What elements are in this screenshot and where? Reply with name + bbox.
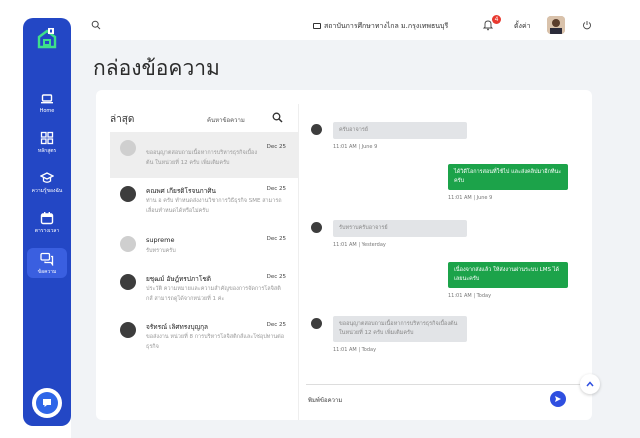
- sidebar-item-schedule[interactable]: ตารางเวลา: [23, 211, 71, 235]
- message-composer[interactable]: พิมพ์ข้อความ: [306, 384, 584, 412]
- avatar: [120, 186, 136, 202]
- chat-bubble-icon: [36, 392, 58, 414]
- conversation-item[interactable]: คณพศ เกียรติโรจนกาศิน Dec 25 ท่าน อ ครับ…: [110, 178, 298, 224]
- conversation-name: จรัทรณ์ เลิศทรงบุญกุล: [146, 323, 209, 331]
- conversation-name: supreme: [146, 236, 175, 244]
- message-bubble: ได้วิดีโอการสอนที่ใช้ไป และส่งคลิปมาอีกท…: [448, 164, 568, 190]
- conversation-item[interactable]: ยชุฒม์ อัษฎ์ทรปภาโชติ Dec 25 ประวัติ ควา…: [110, 266, 298, 312]
- settings-link[interactable]: ตั้งค่า: [514, 21, 531, 32]
- sidebar-item-label: ตารางเวลา: [34, 228, 60, 234]
- avatar: [120, 236, 136, 252]
- building-icon: [313, 23, 321, 29]
- conversation-preview: รับทราบครับ: [146, 248, 176, 254]
- sidebar-item-home[interactable]: Home: [23, 92, 71, 114]
- list-title: ล่าสุด: [110, 114, 135, 125]
- message-bubble: ครับอาจารย์: [333, 122, 467, 139]
- logo-icon[interactable]: [35, 26, 59, 50]
- chevron-up-icon: [586, 381, 594, 387]
- sidebar-item-messages[interactable]: ข้อความ: [27, 248, 67, 278]
- sidebar-item-label: ข้อความ: [37, 269, 57, 275]
- conversation-date: Dec 25: [266, 186, 286, 192]
- notification-badge: 4: [492, 15, 501, 24]
- send-button[interactable]: [550, 391, 566, 407]
- message-input[interactable]: พิมพ์ข้อความ: [308, 395, 342, 405]
- conversation-preview: ขอส่งงาน หน่วยที่ 8 การบริหารโลจิสติกส์แ…: [146, 334, 285, 350]
- avatar: [311, 318, 322, 329]
- message-incoming: รับทราบครับอาจารย์ 11:01 AM | Yesterday: [311, 220, 467, 248]
- grid-icon: [40, 131, 54, 145]
- panel-divider: [298, 104, 299, 420]
- laptop-icon: [41, 94, 53, 104]
- message-time: 11:01 AM | Today: [448, 293, 492, 299]
- organization-name: สถาบันการศึกษาทางไกล ม.กรุงเทพธนบุรี: [324, 22, 449, 30]
- logout-icon[interactable]: [582, 20, 592, 30]
- chat-icon: [40, 252, 54, 266]
- sidebar-item-label: ความรู้ของฉัน: [31, 188, 63, 194]
- message-outgoing: เนื่องจากส่งแล้ว ให้ส่งงานผ่านระบบ LMS ไ…: [448, 262, 568, 299]
- message-time: 11:01 AM | June 9: [448, 195, 493, 201]
- scroll-to-top-button[interactable]: [580, 374, 600, 394]
- message-thread: ครับอาจารย์ 11:01 AM | June 9 ได้วิดีโอก…: [300, 104, 590, 384]
- message-time: 11:01 AM | Yesterday: [333, 242, 386, 248]
- search-icon[interactable]: [91, 20, 101, 30]
- search-messages-label[interactable]: ค้นหาข้อความ: [207, 115, 245, 125]
- sidebar-item-label: Home: [39, 108, 55, 114]
- calendar-icon: [40, 212, 54, 225]
- page-title: กล่องข้อความ: [93, 56, 220, 80]
- chatbot-button[interactable]: [32, 388, 62, 418]
- conversation-date: Dec 25: [266, 322, 286, 328]
- message-incoming: ขออนุญาตสอบถามเนื้อหาการบริหารธุรกิจเบื้…: [311, 316, 467, 353]
- avatar: [311, 124, 322, 135]
- message-incoming: ครับอาจารย์ 11:01 AM | June 9: [311, 122, 467, 150]
- conversation-date: Dec 25: [266, 236, 286, 242]
- message-bubble: รับทราบครับอาจารย์: [333, 220, 467, 237]
- sidebar-item-courses[interactable]: หลักสูตร: [23, 131, 71, 155]
- message-outgoing: ได้วิดีโอการสอนที่ใช้ไป และส่งคลิปมาอีกท…: [448, 164, 568, 201]
- organization-label: สถาบันการศึกษาทางไกล ม.กรุงเทพธนบุรี: [313, 21, 448, 32]
- conversation-preview: ท่าน อ ครับ ทำหนดส่งงานวิชาการวิธีธุรกิจ…: [146, 198, 282, 214]
- avatar: [120, 274, 136, 290]
- sidebar-item-label: หลักสูตร: [37, 148, 57, 154]
- list-header: ล่าสุด ค้นหาข้อความ: [110, 104, 298, 132]
- graduation-cap-icon: [40, 172, 54, 183]
- avatar: [120, 322, 136, 338]
- message-time: 11:01 AM | June 9: [333, 144, 378, 150]
- conversation-date: Dec 25: [266, 274, 286, 280]
- sidebar: Home หลักสูตร ความรู้ของฉัน ตารางเวลา ข้…: [23, 18, 71, 426]
- top-bar: สถาบันการศึกษาทางไกล ม.กรุงเทพธนบุรี 4 ต…: [71, 12, 640, 42]
- send-icon: [555, 396, 561, 402]
- search-icon[interactable]: [272, 112, 283, 123]
- conversation-name: คณพศ เกียรติโรจนกาศิน: [146, 187, 216, 195]
- user-avatar[interactable]: [547, 16, 565, 34]
- message-bubble: เนื่องจากส่งแล้ว ให้ส่งงานผ่านระบบ LMS ไ…: [448, 262, 568, 288]
- conversation-preview: ประวัติ ความหมายและความสำคัญของการจัดการ…: [146, 286, 281, 302]
- conversation-name: ยชุฒม์ อัษฎ์ทรปภาโชติ: [146, 275, 211, 283]
- conversation-item[interactable]: Dec 25 ขออนุญาตสอบถามเนื้อหาการบริหารธุร…: [110, 132, 298, 178]
- conversation-date: Dec 25: [266, 144, 286, 150]
- conversation-item[interactable]: จรัทรณ์ เลิศทรงบุญกุล Dec 25 ขอส่งงาน หน…: [110, 314, 298, 360]
- conversation-preview: ขออนุญาตสอบถามเนื้อหาการบริหารธุรกิจเบื้…: [146, 150, 258, 166]
- message-time: 11:01 AM | Today: [333, 347, 377, 353]
- conversation-list: ล่าสุด ค้นหาข้อความ Dec 25 ขออนุญาตสอบถา…: [110, 104, 298, 420]
- avatar: [120, 140, 136, 156]
- avatar: [311, 222, 322, 233]
- sidebar-item-my-knowledge[interactable]: ความรู้ของฉัน: [23, 171, 71, 195]
- message-bubble: ขออนุญาตสอบถามเนื้อหาการบริหารธุรกิจเบื้…: [333, 316, 467, 342]
